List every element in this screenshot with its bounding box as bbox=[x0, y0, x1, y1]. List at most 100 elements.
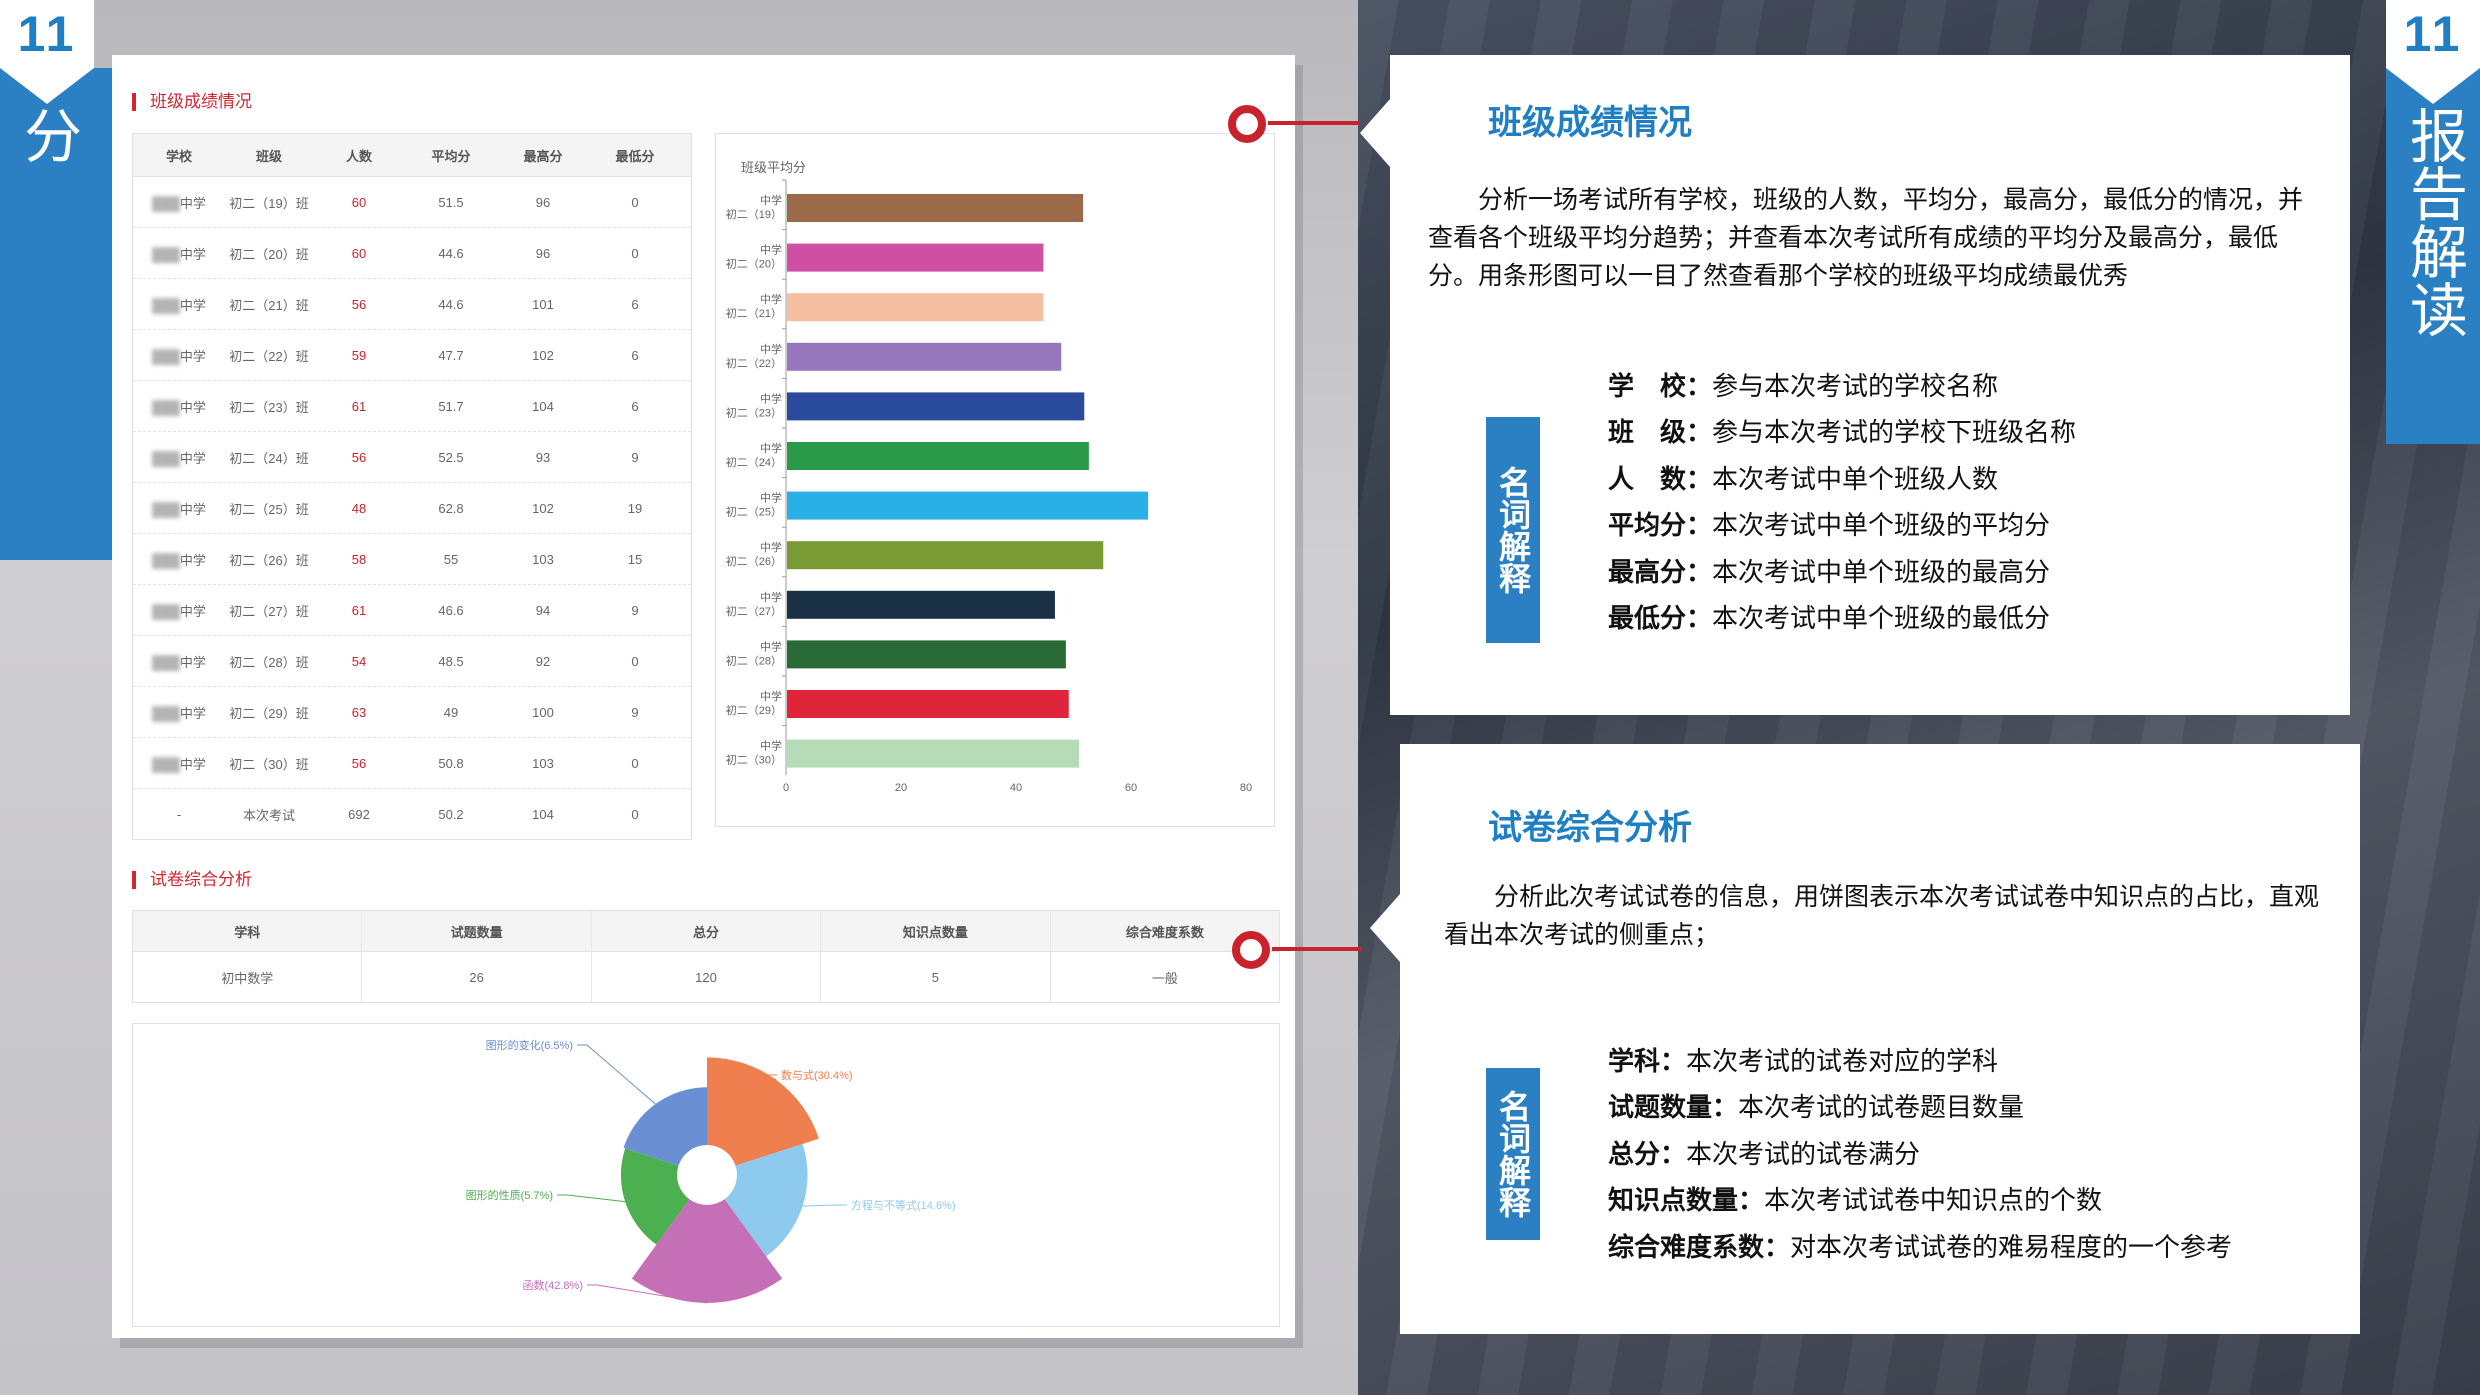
table-cell: 49 bbox=[443, 704, 459, 720]
table-cell: 92 bbox=[535, 653, 551, 669]
school-suffix: 中学 bbox=[179, 399, 206, 415]
table-header-row: 学校 班级 人数 平均分 最高分 最低分 bbox=[133, 134, 691, 177]
table-cell: 初二（19）班 bbox=[229, 195, 309, 211]
glossary-item: 最高分： 本次考试中单个班级的最高分 bbox=[1608, 547, 2076, 594]
school-suffix: 中学 bbox=[179, 297, 206, 313]
right-section-tab: 11 报告解读 bbox=[2386, 0, 2480, 444]
bar bbox=[787, 243, 1044, 272]
paper-summary-table: 学科 试题数量 总分 知识点数量 综合难度系数 初中数学 26 120 5 一般 bbox=[132, 910, 1280, 1003]
table-cell: 初二（23）班 bbox=[229, 399, 309, 415]
glossary-list: 学 校： 参与本次考试的学校名称班 级： 参与本次考试的学校下班级名称人 数： 本次考… bbox=[1608, 361, 2076, 640]
table-cell: 103 bbox=[532, 755, 554, 771]
column-header: 人数 bbox=[345, 148, 372, 164]
table-row: ███中学 初二（23）班 61 51.7 104 6 bbox=[133, 381, 691, 432]
table-cell: 6 bbox=[631, 347, 639, 363]
table-cell: 96 bbox=[535, 194, 551, 210]
table-cell: 初二（22）班 bbox=[229, 348, 309, 364]
paper-analysis-explanation-card: 试卷综合分析 分析此次考试试卷的信息，用饼图表示本次考试试卷中知识点的占比，直观… bbox=[1370, 744, 2360, 1334]
slice-label: 数与式(30.4%) bbox=[781, 1069, 853, 1082]
redacted-school-name: ███ bbox=[152, 297, 180, 313]
redacted-school-name: ███ bbox=[152, 654, 180, 670]
table-row: ███中学 初二（24）班 56 52.5 93 9 bbox=[133, 432, 691, 483]
table-row: ███中学 初二（27）班 61 46.6 94 9 bbox=[133, 585, 691, 636]
column-header: 试题数量 bbox=[362, 911, 592, 951]
redacted-school-name: ███ bbox=[152, 603, 180, 619]
table-row: ███中学 初二（22）班 59 47.7 102 6 bbox=[133, 330, 691, 381]
table-row: ███中学 初二（21）班 56 44.6 101 6 bbox=[133, 279, 691, 330]
slice-label: 方程与不等式(14.6%) bbox=[851, 1198, 956, 1212]
table-cell: 50.8 bbox=[438, 755, 464, 771]
column-header: 平均分 bbox=[431, 148, 471, 164]
bar bbox=[787, 194, 1084, 222]
glossary-badge: 名词解释 bbox=[1486, 1068, 1540, 1240]
table-cell: 本次考试 bbox=[242, 807, 295, 823]
category-label-prefix: 中学 bbox=[760, 689, 782, 703]
table-cell: 51.7 bbox=[438, 398, 464, 414]
glossary-item: 班 级： 参与本次考试的学校下班级名称 bbox=[1608, 408, 2076, 455]
table-cell: ███中学 bbox=[133, 601, 225, 620]
table-cell: 0 bbox=[631, 653, 639, 669]
bar bbox=[787, 541, 1104, 570]
bar bbox=[787, 442, 1089, 470]
redacted-school-name: ███ bbox=[152, 450, 180, 466]
section-title-class-scores: 班级成绩情况 bbox=[132, 93, 252, 111]
connector-dot bbox=[1232, 931, 1270, 969]
glossary-item: 知识点数量： 本次考试试卷中知识点的个数 bbox=[1608, 1176, 2232, 1223]
table-cell: ███中学 bbox=[133, 448, 225, 467]
table-cell: 46.6 bbox=[438, 602, 464, 618]
bar bbox=[787, 293, 1044, 322]
table-cell: 6 bbox=[631, 398, 639, 414]
table-cell: - bbox=[176, 806, 182, 822]
connector-line bbox=[1268, 121, 1360, 125]
category-label: 初二（22） bbox=[726, 356, 782, 370]
table-row: ███中学 初二（19）班 60 51.5 96 0 bbox=[133, 177, 691, 228]
category-label-prefix: 中学 bbox=[760, 590, 782, 604]
table-cell: 100 bbox=[532, 704, 554, 720]
table-cell: 55 bbox=[443, 551, 459, 567]
section-title-paper-analysis: 试卷综合分析 bbox=[132, 871, 252, 889]
card-title: 试卷综合分析 bbox=[1488, 809, 1692, 847]
table-cell: 59 bbox=[351, 347, 367, 363]
leader-line bbox=[802, 1204, 847, 1207]
school-suffix: 中学 bbox=[179, 705, 206, 721]
table-cell: 93 bbox=[535, 449, 551, 465]
table-cell: 104 bbox=[532, 398, 554, 414]
column-header: 总分 bbox=[592, 911, 822, 951]
table-cell: 26 bbox=[362, 952, 592, 1002]
glossary-term: 总分： bbox=[1608, 1138, 1687, 1169]
redacted-school-name: ███ bbox=[152, 399, 180, 415]
redacted-school-name: ███ bbox=[152, 756, 180, 772]
glossary-definition: 本次考试的试卷满分 bbox=[1686, 1138, 1921, 1169]
school-suffix: 中学 bbox=[179, 654, 206, 670]
table-cell: ███中学 bbox=[133, 193, 225, 212]
connector-dot bbox=[1228, 105, 1266, 143]
table-cell: 56 bbox=[351, 296, 367, 312]
column-header: 最低分 bbox=[615, 148, 655, 164]
table-cell: 9 bbox=[631, 602, 639, 618]
table-cell: 0 bbox=[631, 245, 639, 261]
category-label-prefix: 中学 bbox=[760, 739, 782, 753]
category-label: 初二（28） bbox=[726, 653, 782, 667]
table-cell: 48.5 bbox=[438, 653, 464, 669]
table-cell: 19 bbox=[627, 500, 643, 516]
table-cell: 60 bbox=[351, 194, 367, 210]
table-cell: 15 bbox=[627, 551, 643, 567]
glossary-item: 人 数： 本次考试中单个班级人数 bbox=[1608, 454, 2076, 501]
glossary-term: 知识点数量： bbox=[1608, 1185, 1765, 1216]
column-header: 班级 bbox=[255, 148, 282, 164]
glossary-definition: 本次考试的试卷对应的学科 bbox=[1686, 1045, 1999, 1076]
slice-label: 函数(42.8%) bbox=[522, 1279, 583, 1292]
category-label-prefix: 中学 bbox=[760, 639, 782, 653]
glossary-definition: 本次考试中单个班级人数 bbox=[1712, 463, 1999, 494]
table-cell: 94 bbox=[535, 602, 551, 618]
table-cell: ███中学 bbox=[133, 346, 225, 365]
bar bbox=[787, 590, 1055, 619]
table-row: ███中学 初二（25）班 48 62.8 102 19 bbox=[133, 483, 691, 534]
table-cell: ███中学 bbox=[133, 397, 225, 416]
table-cell: ███中学 bbox=[133, 703, 225, 722]
table-cell: 56 bbox=[351, 449, 367, 465]
table-cell: 初二（24）班 bbox=[229, 450, 309, 466]
bar bbox=[787, 491, 1149, 520]
category-label-prefix: 中学 bbox=[760, 243, 782, 257]
table-cell: 102 bbox=[532, 347, 554, 363]
